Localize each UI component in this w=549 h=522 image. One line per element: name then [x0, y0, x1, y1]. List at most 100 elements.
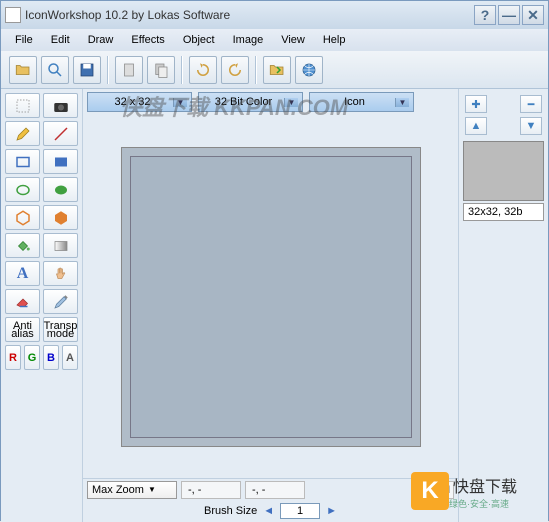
- zoom-button[interactable]: [41, 56, 69, 84]
- add-frame-button[interactable]: ✚: [465, 95, 487, 113]
- menu-edit[interactable]: Edit: [43, 32, 78, 48]
- chevron-down-icon: ▼: [173, 98, 187, 107]
- text-tool[interactable]: A: [5, 261, 40, 286]
- redo-button[interactable]: [221, 56, 249, 84]
- ellipse-outline-tool[interactable]: [5, 177, 40, 202]
- pencil-tool[interactable]: [5, 121, 40, 146]
- separator: [107, 56, 109, 84]
- remove-frame-button[interactable]: ━: [520, 95, 542, 113]
- undo-button[interactable]: [189, 56, 217, 84]
- channel-r-button[interactable]: R: [5, 345, 21, 370]
- select-rect-tool[interactable]: [5, 93, 40, 118]
- app-icon: [5, 7, 21, 23]
- main-window: IconWorkshop 10.2 by Lokas Software ? — …: [0, 0, 549, 521]
- titlebar: IconWorkshop 10.2 by Lokas Software ? — …: [1, 1, 548, 29]
- antialias-toggle[interactable]: Anti alias: [5, 317, 40, 342]
- chevron-down-icon: ▼: [395, 98, 409, 107]
- redo-icon: [226, 61, 244, 79]
- triangle-up-icon: ▲: [471, 120, 482, 132]
- main-area: A Anti alias Transp mode R G B A 32 x 3: [1, 89, 548, 522]
- format-bar: 32 x 32 ▼ 32 Bit Color ▼ Icon ▼: [83, 89, 458, 115]
- chevron-down-icon: ▼: [284, 98, 298, 107]
- capture-tool[interactable]: [43, 93, 78, 118]
- fill-tool[interactable]: [5, 233, 40, 258]
- canvas[interactable]: [121, 147, 421, 447]
- eyedropper-icon: [52, 293, 70, 311]
- menu-image[interactable]: Image: [225, 32, 272, 48]
- status-bar: Max Zoom ▼ -, - -, - M: [83, 478, 458, 500]
- menu-file[interactable]: File: [7, 32, 41, 48]
- triangle-down-icon: ▼: [526, 120, 537, 132]
- line-tool[interactable]: [43, 121, 78, 146]
- channel-b-button[interactable]: B: [43, 345, 59, 370]
- decrement-icon[interactable]: ◄: [263, 505, 274, 517]
- color-depth-dropdown[interactable]: 32 Bit Color ▼: [198, 92, 303, 112]
- paste-icon: [152, 61, 170, 79]
- menubar: File Edit Draw Effects Object Image View…: [1, 29, 548, 51]
- brush-size-label: Brush Size: [204, 505, 257, 517]
- move-tool[interactable]: [43, 261, 78, 286]
- web-button[interactable]: [295, 56, 323, 84]
- close-button[interactable]: ✕: [522, 5, 544, 25]
- copy-button[interactable]: [115, 56, 143, 84]
- menu-view[interactable]: View: [273, 32, 313, 48]
- help-button[interactable]: ?: [474, 5, 496, 25]
- paste-button[interactable]: [147, 56, 175, 84]
- eraser-tool[interactable]: [5, 289, 40, 314]
- transparency-toggle[interactable]: Transp mode: [43, 317, 78, 342]
- clipboard-icon: [120, 61, 138, 79]
- bucket-icon: [14, 237, 32, 255]
- brush-bar: Brush Size ◄ ►: [83, 500, 458, 522]
- canvas-content: [130, 156, 412, 438]
- magnifier-icon: [46, 61, 64, 79]
- undo-icon: [194, 61, 212, 79]
- menu-effects[interactable]: Effects: [123, 32, 172, 48]
- hexagon-fill-icon: [52, 209, 70, 227]
- move-down-button[interactable]: ▼: [520, 117, 542, 135]
- channel-a-button[interactable]: A: [62, 345, 78, 370]
- preview-thumbnail[interactable]: [463, 141, 544, 201]
- coords-display-2: -, -: [245, 481, 305, 499]
- gradient-tool[interactable]: [43, 233, 78, 258]
- polygon-fill-tool[interactable]: [43, 205, 78, 230]
- hand-icon: [52, 265, 70, 283]
- export-button[interactable]: [263, 56, 291, 84]
- main-toolbar: [1, 51, 548, 89]
- menu-draw[interactable]: Draw: [80, 32, 122, 48]
- canvas-area: [83, 115, 458, 478]
- ellipse-fill-tool[interactable]: [43, 177, 78, 202]
- line-icon: [52, 125, 70, 143]
- increment-icon[interactable]: ►: [326, 505, 337, 517]
- separator: [255, 56, 257, 84]
- polygon-outline-tool[interactable]: [5, 205, 40, 230]
- menu-help[interactable]: Help: [315, 32, 354, 48]
- ellipse-outline-icon: [14, 181, 32, 199]
- preview-label: 32x32, 32b: [463, 203, 544, 221]
- rect-outline-icon: [14, 153, 32, 171]
- minimize-button[interactable]: —: [498, 5, 520, 25]
- mode-indicator: M: [434, 481, 454, 499]
- rect-fill-icon: [52, 153, 70, 171]
- channel-g-button[interactable]: G: [24, 345, 40, 370]
- separator: [181, 56, 183, 84]
- type-dropdown[interactable]: Icon ▼: [309, 92, 414, 112]
- hexagon-outline-icon: [14, 209, 32, 227]
- brush-size-input[interactable]: [280, 503, 320, 519]
- globe-icon: [300, 61, 318, 79]
- rect-outline-tool[interactable]: [5, 149, 40, 174]
- zoom-combo[interactable]: Max Zoom ▼: [87, 481, 177, 499]
- minus-icon: ━: [528, 98, 535, 111]
- save-button[interactable]: [73, 56, 101, 84]
- folder-arrow-icon: [268, 61, 286, 79]
- move-up-button[interactable]: ▲: [465, 117, 487, 135]
- eyedropper-tool[interactable]: [43, 289, 78, 314]
- center-area: 32 x 32 ▼ 32 Bit Color ▼ Icon ▼: [83, 89, 458, 522]
- folder-icon: [14, 61, 32, 79]
- eraser-icon: [14, 293, 32, 311]
- size-dropdown[interactable]: 32 x 32 ▼: [87, 92, 192, 112]
- pencil-icon: [14, 125, 32, 143]
- floppy-icon: [78, 61, 96, 79]
- rect-fill-tool[interactable]: [43, 149, 78, 174]
- menu-object[interactable]: Object: [175, 32, 223, 48]
- open-button[interactable]: [9, 56, 37, 84]
